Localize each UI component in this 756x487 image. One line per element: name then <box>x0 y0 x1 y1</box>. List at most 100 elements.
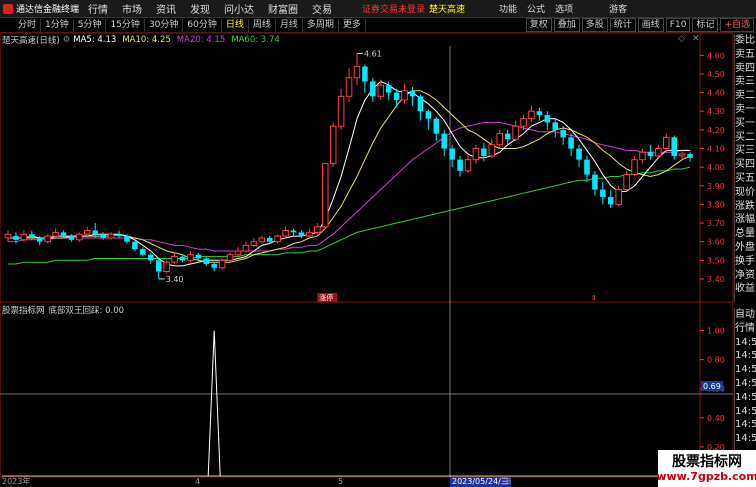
candle-74 <box>592 170 598 196</box>
sub-label-0: 1.00 <box>707 327 725 336</box>
candle-body <box>600 189 606 197</box>
quote-row-11: 现价 <box>735 186 755 198</box>
candle-body <box>329 125 337 164</box>
quote-row-18: 收益 <box>735 283 755 295</box>
candle-body <box>520 118 527 127</box>
candle-body <box>290 230 297 233</box>
candle-52 <box>417 94 424 121</box>
sub-label-1: 0.80 <box>707 356 725 365</box>
tick-row-9: 14:50 <box>735 433 756 445</box>
candle-body <box>187 254 194 261</box>
candle-body <box>457 159 463 171</box>
quote-row-0: 委比 <box>735 35 755 46</box>
period-mark: Ⅱ <box>592 294 595 302</box>
kline-chart[interactable]: 4.60 4.50 4.40 4.30 4.20 4.10 4.00 3.90 3.80 3.70… <box>0 0 756 487</box>
candle-body <box>203 258 210 265</box>
date-month-6: 6 <box>506 477 512 486</box>
candle-44 <box>353 53 361 86</box>
candle-7 <box>60 230 67 238</box>
candle-6 <box>52 228 59 238</box>
candle-40 <box>321 162 329 229</box>
candle-21 <box>171 252 178 265</box>
price-label-6: 4.00 <box>707 163 725 172</box>
candle-17 <box>140 247 146 257</box>
candle-68 <box>544 111 551 130</box>
tick-row-5: 14:50 <box>735 377 756 389</box>
candle-body <box>29 234 35 238</box>
candle-body <box>4 233 12 239</box>
candle-body <box>242 244 250 252</box>
quote-row-14: 总量 <box>735 228 755 240</box>
candle-body <box>441 133 447 149</box>
candle-body <box>124 236 130 242</box>
candle-75 <box>600 182 606 205</box>
tick-row-4: 14:50 <box>735 364 756 376</box>
candle-body <box>100 234 106 238</box>
tick-panel: 自动行情14:5014:5014:5014:5014:5014:5014:501… <box>734 308 756 453</box>
candle-body <box>528 110 535 120</box>
quote-panel: 委比 卖五 卖四 卖三 卖二 卖一 买一 买二 买三 买四 买五 现价 涨跌 涨幅 总量 外盘 换手 净资 收益 <box>734 34 756 302</box>
candle-body <box>377 84 385 97</box>
candle-body <box>370 81 376 97</box>
candle-body <box>155 260 162 272</box>
price-label-3: 4.30 <box>707 107 725 116</box>
price-label-5: 4.10 <box>707 145 725 154</box>
quote-row-7: 买二 <box>735 131 755 143</box>
candle-body <box>60 232 67 237</box>
candle-body <box>140 249 146 255</box>
candle-29 <box>234 247 242 257</box>
candle-23 <box>187 251 194 263</box>
candles <box>4 53 693 279</box>
candle-8 <box>68 234 75 242</box>
candle-63 <box>504 129 511 145</box>
candle-79 <box>631 155 638 177</box>
candle-31 <box>250 237 258 248</box>
candle-body <box>298 232 305 237</box>
candle-13 <box>107 232 115 240</box>
candle-51 <box>409 87 416 106</box>
candle-72 <box>576 144 582 168</box>
candle-41 <box>329 122 337 168</box>
candle-body <box>472 148 480 161</box>
candle-0 <box>4 230 12 242</box>
candle-body <box>171 256 178 263</box>
candle-82 <box>655 144 662 158</box>
candle-body <box>92 230 99 235</box>
high-label: 4.61 <box>364 49 382 58</box>
chart-frame <box>0 32 734 478</box>
candle-body <box>623 174 630 191</box>
candle-body <box>678 153 686 157</box>
candle-body <box>107 233 115 239</box>
quote-row-1: 卖五 <box>735 48 755 60</box>
candle-86 <box>687 152 693 162</box>
candle-body <box>576 148 582 160</box>
ma20-line <box>8 121 691 252</box>
candle-84 <box>671 135 677 160</box>
candle-body <box>345 77 353 97</box>
candle-38 <box>306 228 313 238</box>
watermark-title: 股票指标网 <box>672 454 742 470</box>
indicator-signal <box>2 330 700 477</box>
candle-body <box>218 259 226 269</box>
candle-body <box>195 254 202 259</box>
candle-body <box>647 152 654 156</box>
candle-27 <box>218 258 226 270</box>
candle-58 <box>464 154 472 173</box>
candle-body <box>20 233 28 241</box>
quote-row-10: 买五 <box>735 172 755 184</box>
quote-row-4: 卖二 <box>735 90 755 102</box>
candle-body <box>504 133 511 140</box>
candle-body <box>512 125 519 140</box>
candle-69 <box>552 118 559 138</box>
price-label-2: 4.40 <box>707 89 725 98</box>
limit-up-label: 涨停 <box>319 293 333 302</box>
quote-row-17: 净资 <box>735 269 755 281</box>
candle-42 <box>337 88 345 130</box>
price-label-4: 4.20 <box>707 126 725 135</box>
candle-body <box>266 237 273 242</box>
price-label-9: 3.70 <box>707 219 725 228</box>
candle-body <box>179 256 186 261</box>
quote-row-12: 涨跌 <box>735 200 755 212</box>
candle-body <box>306 231 313 237</box>
candle-64 <box>512 120 519 142</box>
